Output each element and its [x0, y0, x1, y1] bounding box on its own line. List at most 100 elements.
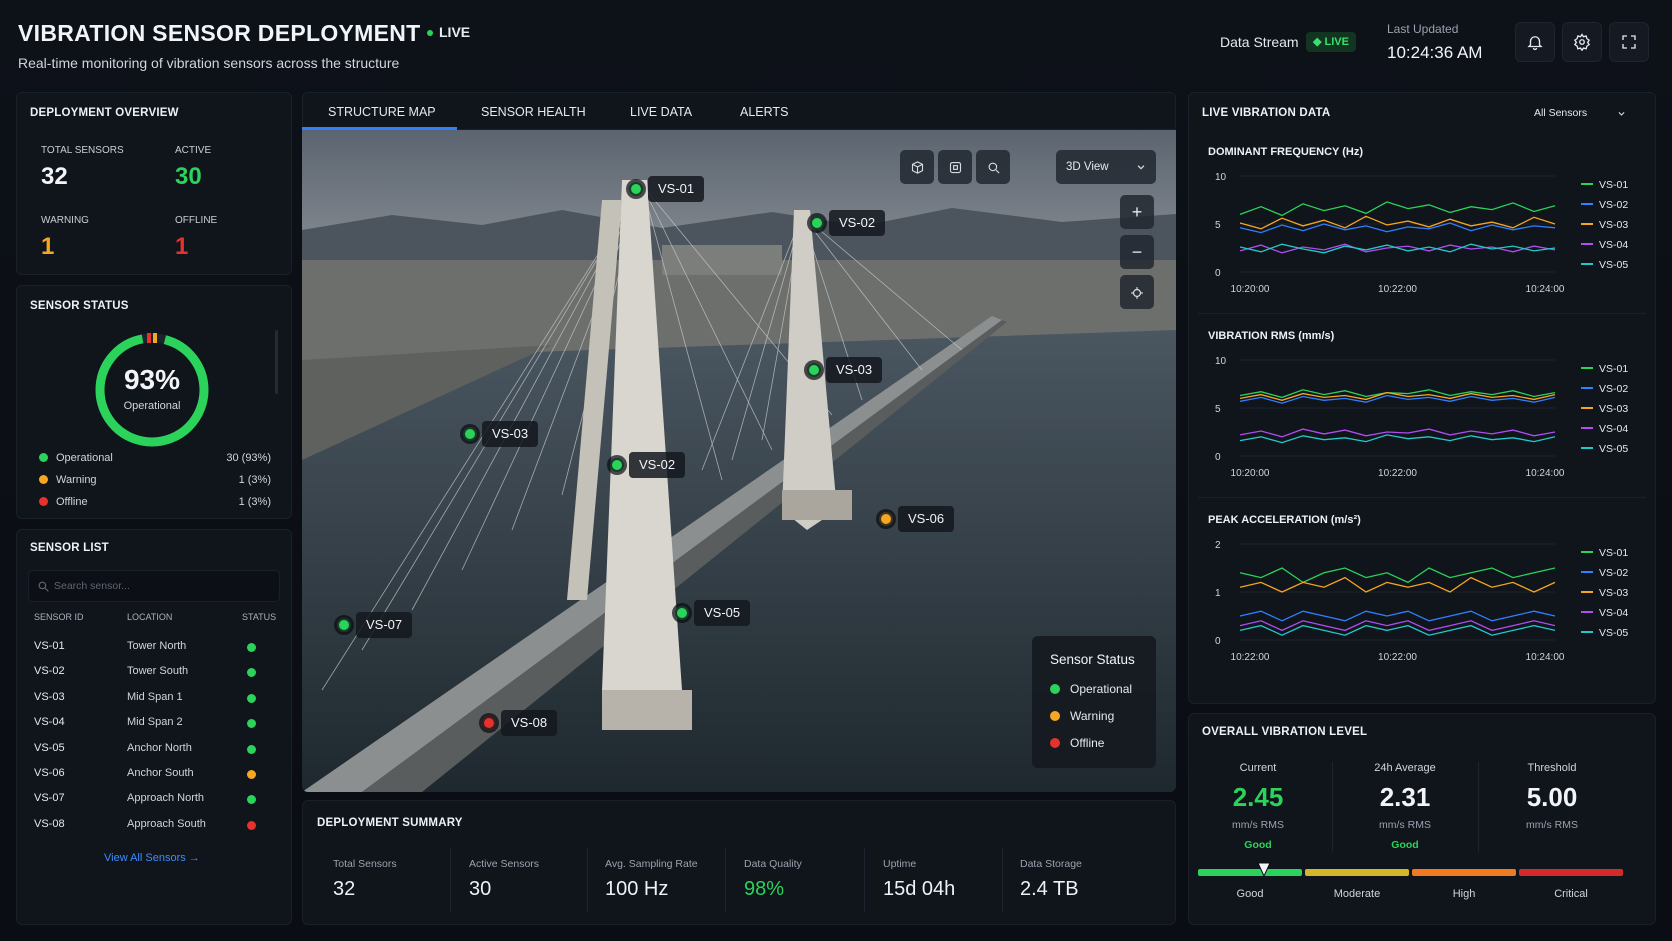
map-legend-warning-label: Warning — [1070, 709, 1115, 723]
sensor-marker-label[interactable]: VS-07 — [356, 612, 413, 638]
sensor-marker-dot[interactable] — [675, 606, 689, 620]
data-stream-badge-text: LIVE — [1324, 36, 1349, 48]
zoom-in-button[interactable]: + — [1120, 195, 1154, 229]
sensor-id-cell: VS-04 — [34, 716, 65, 729]
table-row[interactable]: VS-03 Mid Span 1 — [34, 691, 264, 709]
summary-storage: Data Storage 2.4 TB — [1020, 858, 1082, 901]
last-updated-time: 10:24:36 AM — [1387, 43, 1483, 62]
settings-button[interactable] — [1562, 22, 1602, 62]
summary-divider — [587, 848, 588, 912]
threshold-level: Threshold 5.00 mm/s RMS — [1482, 762, 1622, 831]
status-dot-icon — [247, 668, 256, 678]
legend-label: VS-03 — [1599, 403, 1628, 415]
status-dot-icon — [247, 820, 256, 830]
threshold-label: Threshold — [1527, 762, 1577, 774]
sensor-marker-dot[interactable] — [810, 216, 824, 230]
chart-divider — [1198, 497, 1646, 498]
summary-uptime-value: 15d 04h — [883, 878, 956, 900]
x-tick-label: 10:22:00 — [1378, 468, 1417, 479]
live-label: LIVE — [439, 24, 471, 40]
map-legend-offline-label: Offline — [1070, 736, 1105, 750]
tab-structure-map[interactable]: STRUCTURE MAP — [328, 105, 436, 119]
y-tick-label: 0 — [1215, 268, 1221, 279]
sensor-marker-label[interactable]: VS-02 — [829, 210, 886, 236]
zoom-out-button[interactable]: − — [1120, 235, 1154, 269]
summary-storage-label: Data Storage — [1020, 858, 1082, 870]
sensor-marker-dot[interactable] — [629, 182, 643, 196]
sensor-marker-dot[interactable] — [463, 427, 477, 441]
operational-dot-icon — [39, 453, 48, 462]
legend-warning-label: Warning — [56, 474, 97, 486]
legend-offline-label: Offline — [56, 496, 88, 508]
sensor-location-cell: Tower North — [127, 640, 187, 652]
table-row[interactable]: VS-02 Tower South — [34, 665, 264, 683]
status-scrollbar[interactable] — [275, 330, 278, 394]
table-row[interactable]: VS-01 Tower North — [34, 640, 264, 658]
col-status[interactable]: STATUS — [242, 612, 276, 622]
summary-divider — [725, 848, 726, 912]
search-icon — [38, 581, 49, 592]
map-tool-layers[interactable] — [938, 150, 972, 184]
sensor-id-cell: VS-05 — [34, 741, 65, 754]
map-tool-cube[interactable] — [900, 150, 934, 184]
table-row[interactable]: VS-08 Approach South — [34, 818, 264, 836]
level-marker-icon — [1257, 862, 1271, 878]
legend-label: VS-01 — [1599, 363, 1628, 375]
x-tick-label: 10:24:00 — [1526, 284, 1565, 295]
crosshair-icon — [1131, 287, 1143, 300]
sensor-marker-dot[interactable] — [610, 458, 624, 472]
deployment-overview-card: DEPLOYMENT OVERVIEW TOTAL SENSORS 32 ACT… — [16, 92, 292, 275]
sensor-marker-label[interactable]: VS-05 — [694, 600, 751, 626]
y-tick-label: 0 — [1215, 636, 1221, 647]
line-chart: 2 1 0 10:22:00 10:22:00 10:24:00 VS-01 VS-02 VS-… — [1215, 540, 1628, 663]
table-row[interactable]: VS-05 Anchor North — [34, 742, 264, 760]
total-sensors-label: TOTAL SENSORS — [41, 145, 124, 156]
sensor-marker-label[interactable]: VS-06 — [898, 506, 955, 532]
legend-label: VS-03 — [1599, 219, 1628, 231]
structure-map[interactable]: 3D View + − VS-01 VS-02 VS-03 VS-03 VS-02 VS-… — [302, 130, 1176, 792]
notifications-button[interactable] — [1515, 22, 1555, 62]
table-row[interactable]: VS-04 Mid Span 2 — [34, 716, 264, 734]
map-tool-locate[interactable] — [976, 150, 1010, 184]
y-tick-label: 10 — [1215, 172, 1227, 183]
sensor-marker-dot[interactable] — [482, 716, 496, 730]
sensor-search-input[interactable]: Search sensor... — [28, 570, 280, 602]
sensor-location-cell: Approach North — [127, 792, 205, 805]
y-tick-label: 0 — [1215, 452, 1221, 463]
pier-1 — [602, 690, 692, 730]
sensor-marker-label[interactable]: VS-03 — [826, 357, 883, 383]
table-row[interactable]: VS-06 Anchor South — [34, 767, 264, 785]
avg-unit: mm/s RMS — [1379, 819, 1431, 831]
col-location[interactable]: LOCATION — [127, 612, 172, 622]
legend-operational-label: Operational — [56, 452, 113, 464]
sensor-filter-select[interactable]: All Sensors — [1534, 103, 1634, 125]
sensor-marker-dot[interactable] — [879, 512, 893, 526]
status-dot-icon — [247, 719, 256, 729]
sensor-list-title: SENSOR LIST — [30, 542, 109, 554]
x-tick-label: 10:20:00 — [1231, 468, 1270, 479]
col-sensor-id[interactable]: SENSOR ID — [34, 612, 84, 622]
sensor-marker-dot[interactable] — [807, 363, 821, 377]
sensor-marker-label[interactable]: VS-08 — [501, 710, 558, 736]
sensor-marker-dot[interactable] — [337, 618, 351, 632]
recenter-button[interactable] — [1120, 275, 1154, 309]
series-line-vs-01 — [1239, 567, 1556, 584]
cube-icon — [911, 160, 923, 174]
summary-quality-label: Data Quality — [744, 858, 802, 870]
pier-2 — [782, 490, 852, 520]
status-dot-icon — [247, 770, 256, 779]
tab-live-data[interactable]: LIVE DATA — [630, 105, 692, 119]
sensor-marker-label[interactable]: VS-03 — [482, 421, 539, 447]
sensor-location-cell: Approach South — [127, 817, 206, 830]
avg-label: 24h Average — [1374, 762, 1436, 774]
tab-alerts[interactable]: ALERTS — [740, 105, 788, 119]
table-row[interactable]: VS-07 Approach North — [34, 792, 264, 810]
sensor-marker-label[interactable]: VS-02 — [629, 452, 686, 478]
tab-sensor-health[interactable]: SENSOR HEALTH — [481, 105, 586, 119]
fullscreen-button[interactable] — [1609, 22, 1649, 62]
sensor-marker-label[interactable]: VS-01 — [648, 176, 705, 202]
view-all-sensors-link[interactable]: View All Sensors → — [104, 852, 200, 864]
scale-segment — [1519, 869, 1623, 876]
view-mode-select[interactable]: 3D View — [1056, 150, 1156, 184]
status-dot-icon — [247, 795, 256, 805]
